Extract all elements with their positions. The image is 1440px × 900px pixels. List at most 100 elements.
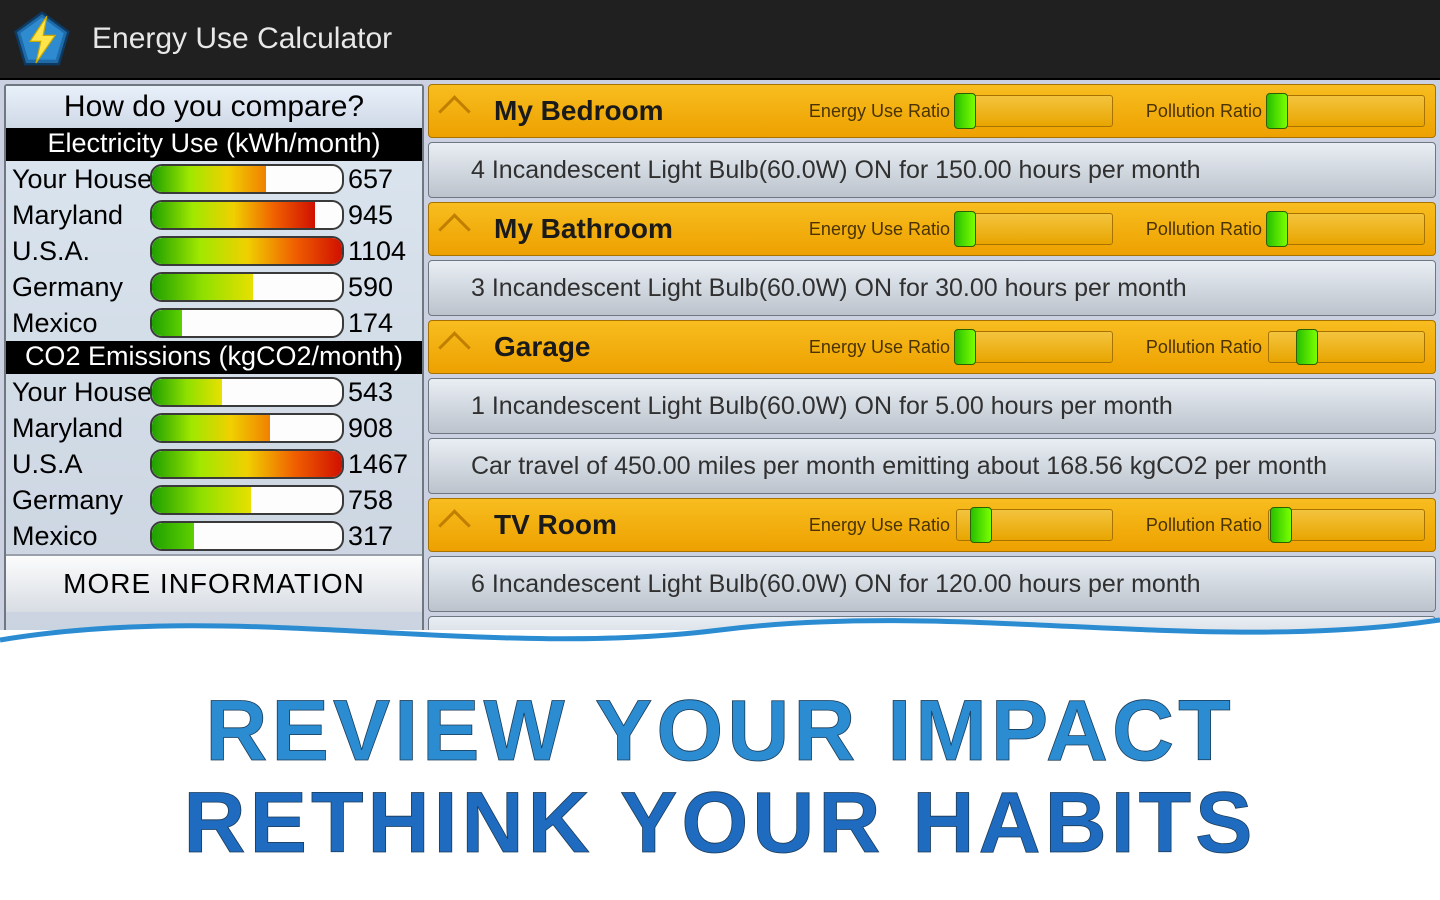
slider-thumb[interactable]	[954, 211, 976, 247]
compare-bar-fill	[152, 523, 194, 549]
compare-row-value: 317	[344, 521, 416, 552]
app-title: Energy Use Calculator	[92, 22, 392, 56]
compare-row-label: U.S.A	[12, 449, 150, 480]
pollution-ratio-label: Pollution Ratio	[1146, 219, 1262, 240]
compare-row-value: 657	[344, 164, 416, 195]
compare-row-label: Your House	[12, 164, 150, 195]
compare-row: Your House 657	[6, 161, 422, 197]
compare-row-value: 908	[344, 413, 416, 444]
banner-line2: RETHINK YOUR HABITS	[0, 780, 1440, 866]
compare-row-label: Mexico	[12, 521, 150, 552]
pollution-ratio-label: Pollution Ratio	[1146, 101, 1262, 122]
pollution-ratio-slider[interactable]	[1268, 213, 1425, 245]
room-header[interactable]: TV RoomEnergy Use RatioPollution Ratio	[428, 498, 1436, 552]
compare-bar	[150, 449, 344, 479]
pollution-ratio-slider[interactable]	[1268, 509, 1425, 541]
compare-bar	[150, 272, 344, 302]
compare-row: U.S.A 1467	[6, 446, 422, 482]
pollution-ratio-label: Pollution Ratio	[1146, 337, 1262, 358]
compare-row-value: 758	[344, 485, 416, 516]
compare-row-value: 945	[344, 200, 416, 231]
compare-title: How do you compare?	[6, 86, 422, 128]
title-bar: Energy Use Calculator	[0, 0, 1440, 80]
pollution-ratio-label: Pollution Ratio	[1146, 515, 1262, 536]
slider-thumb[interactable]	[970, 507, 992, 543]
compare-bar-fill	[152, 202, 315, 228]
compare-row-value: 1104	[344, 236, 416, 267]
energy-ratio-label: Energy Use Ratio	[809, 219, 950, 240]
compare-bar	[150, 377, 344, 407]
room-item[interactable]: 3 Incandescent Light Bulb(60.0W) ON for …	[428, 260, 1436, 316]
slider-thumb[interactable]	[1296, 329, 1318, 365]
compare-row: Your House 543	[6, 374, 422, 410]
chevron-up-icon	[438, 509, 471, 542]
compare-row-label: Maryland	[12, 413, 150, 444]
compare-bar-fill	[152, 487, 251, 513]
compare-bar	[150, 485, 344, 515]
compare-row-label: Mexico	[12, 308, 150, 339]
promo-banner: REVIEW YOUR IMPACT RETHINK YOUR HABITS	[0, 630, 1440, 900]
compare-bar	[150, 164, 344, 194]
room-item[interactable]: 4 Incandescent Light Bulb(60.0W) ON for …	[428, 142, 1436, 198]
room-header[interactable]: My Bedroom Energy Use Ratio Pollution Rati…	[428, 84, 1436, 138]
pollution-ratio-slider[interactable]	[1268, 331, 1425, 363]
slider-thumb[interactable]	[1270, 507, 1292, 543]
compare-bar	[150, 308, 344, 338]
chevron-up-icon	[438, 95, 471, 128]
compare-bar-fill	[152, 451, 342, 477]
app-root: Energy Use Calculator How do you compare…	[0, 0, 1440, 900]
chevron-up-icon	[438, 331, 471, 364]
energy-ratio-slider[interactable]	[956, 95, 1113, 127]
compare-section-header: Electricity Use (kWh/month)	[6, 128, 422, 161]
compare-bar	[150, 236, 344, 266]
compare-bar-fill	[152, 274, 253, 300]
compare-row-value: 590	[344, 272, 416, 303]
compare-row: Germany758	[6, 482, 422, 518]
room-header[interactable]: My Bathroom Energy Use Ratio Pollution Rat…	[428, 202, 1436, 256]
compare-row-label: Maryland	[12, 200, 150, 231]
chevron-up-icon	[438, 213, 471, 246]
compare-bar	[150, 413, 344, 443]
room-name: My Bedroom	[494, 95, 794, 127]
compare-row-value: 543	[344, 377, 416, 408]
slider-thumb[interactable]	[1266, 93, 1288, 129]
slider-thumb[interactable]	[954, 93, 976, 129]
compare-bar-fill	[152, 415, 270, 441]
slider-thumb[interactable]	[1266, 211, 1288, 247]
compare-row-value: 174	[344, 308, 416, 339]
content-area: How do you compare? Electricity Use (kWh…	[0, 80, 1440, 900]
energy-ratio-label: Energy Use Ratio	[809, 515, 950, 536]
room-name: Garage	[494, 331, 794, 363]
energy-ratio-slider[interactable]	[956, 213, 1113, 245]
room-name: My Bathroom	[494, 213, 794, 245]
room-item[interactable]: Car travel of 450.00 miles per month emi…	[428, 438, 1436, 494]
compare-bar-fill	[152, 310, 182, 336]
compare-row: Maryland 945	[6, 197, 422, 233]
compare-bar	[150, 521, 344, 551]
app-logo-icon	[12, 9, 72, 69]
compare-bar-fill	[152, 379, 222, 405]
energy-ratio-label: Energy Use Ratio	[809, 337, 950, 358]
compare-bar	[150, 200, 344, 230]
compare-bar-fill	[152, 238, 342, 264]
compare-row: Mexico 317	[6, 518, 422, 554]
energy-ratio-slider[interactable]	[956, 509, 1113, 541]
energy-ratio-label: Energy Use Ratio	[809, 101, 950, 122]
compare-section-header: CO2 Emissions (kgCO2/month)	[6, 341, 422, 374]
room-item[interactable]: 1 Incandescent Light Bulb(60.0W) ON for …	[428, 378, 1436, 434]
compare-row: U.S.A. 1104	[6, 233, 422, 269]
compare-row-label: Germany	[12, 272, 150, 303]
compare-row: Germany 590	[6, 269, 422, 305]
energy-ratio-slider[interactable]	[956, 331, 1113, 363]
compare-row-value: 1467	[344, 449, 416, 480]
compare-row: Maryland 908	[6, 410, 422, 446]
room-header[interactable]: Garage Energy Use Ratio Pollution Ratio	[428, 320, 1436, 374]
compare-row-label: Your House	[12, 377, 150, 408]
compare-bar-fill	[152, 166, 266, 192]
wave-divider	[0, 600, 1440, 660]
compare-row: Mexico 174	[6, 305, 422, 341]
pollution-ratio-slider[interactable]	[1268, 95, 1425, 127]
banner-line1: REVIEW YOUR IMPACT	[0, 688, 1440, 774]
slider-thumb[interactable]	[954, 329, 976, 365]
compare-row-label: U.S.A.	[12, 236, 150, 267]
